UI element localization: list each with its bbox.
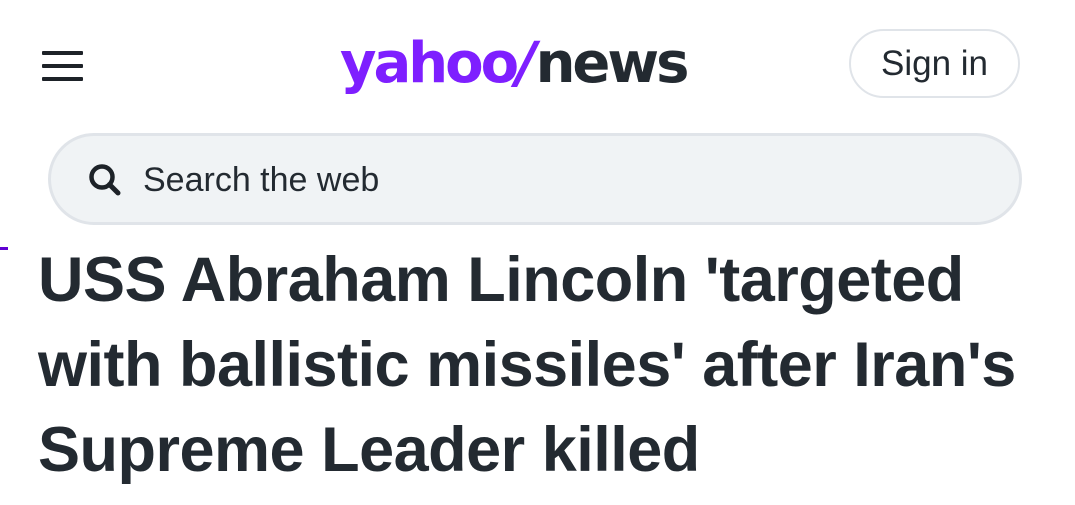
sign-in-button[interactable]: Sign in [849, 29, 1020, 98]
search-bar[interactable] [48, 133, 1022, 225]
menu-bar-top [42, 51, 83, 55]
menu-bar-middle [42, 64, 83, 68]
logo-separator: / [516, 31, 537, 96]
menu-bar-bottom [42, 77, 83, 81]
search-icon[interactable] [87, 162, 123, 198]
search-input[interactable] [143, 154, 983, 206]
article-headline: USS Abraham Lincoln 'targeted with balli… [38, 245, 1016, 485]
logo-brand: yahoo [340, 31, 519, 96]
hamburger-menu-icon[interactable] [40, 45, 86, 85]
logo-section: news [535, 31, 690, 96]
edge-accent-mark [0, 247, 8, 250]
yahoo-news-logo[interactable]: yahoo / news [340, 28, 690, 100]
